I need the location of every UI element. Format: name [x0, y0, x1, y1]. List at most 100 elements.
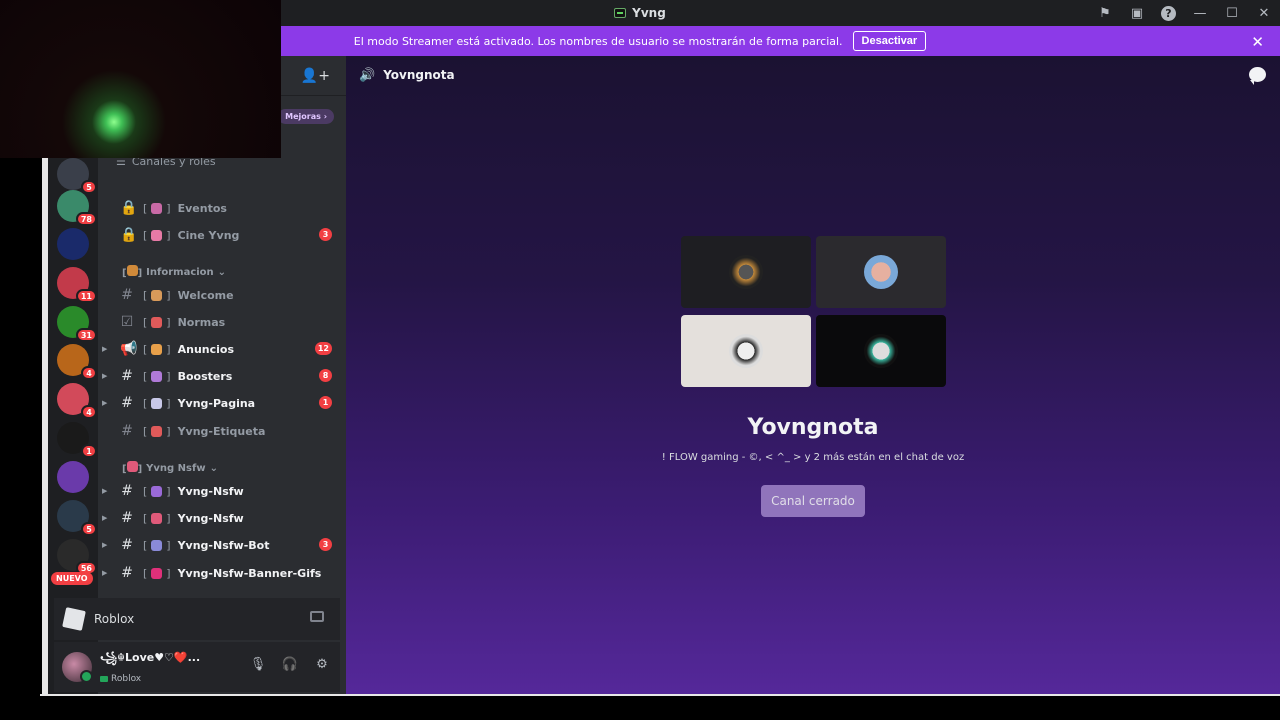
- channel-eventos[interactable]: 🔒 [] Eventos: [98, 195, 346, 221]
- server-icon[interactable]: 1: [57, 422, 97, 458]
- caret-icon: ▶: [102, 399, 108, 407]
- user-panel: ꧁☬Love♥︎♡❤️... Roblox 🎙 🎧 ⚙: [54, 642, 340, 692]
- caret-icon: ▶: [102, 514, 108, 522]
- channel-emoji: [151, 512, 163, 524]
- server-icon[interactable]: 11: [57, 267, 97, 303]
- unread-badge: 1: [319, 396, 332, 409]
- channel-name: Welcome: [177, 288, 234, 302]
- server-icon[interactable]: 5: [57, 500, 97, 536]
- maximize-icon[interactable]: ☐: [1216, 0, 1248, 26]
- channel-boosters[interactable]: ▶ # [] Boosters 8: [98, 363, 346, 389]
- participant-avatar: [864, 334, 898, 368]
- headphones-icon[interactable]: 🎧: [280, 654, 300, 674]
- hashtag-icon: #: [121, 287, 133, 303]
- minimize-icon[interactable]: —: [1184, 0, 1216, 26]
- server-badge: 78: [75, 212, 97, 226]
- user-info[interactable]: ꧁☬Love♥︎♡❤️... Roblox: [100, 650, 200, 684]
- unread-badge: 3: [319, 228, 332, 241]
- participant-tile[interactable]: [816, 236, 946, 308]
- gamepad-icon: [100, 676, 108, 682]
- hashtag-icon: #: [121, 510, 133, 526]
- channel-name: Yvng-Pagina: [177, 396, 256, 410]
- category-label: Yvng Nsfw: [146, 462, 206, 474]
- hashtag-icon: #: [121, 483, 133, 499]
- channel-emoji: [151, 370, 163, 382]
- channel-closed-button[interactable]: Canal cerrado: [761, 485, 865, 517]
- category-yvng-nsfw[interactable]: [] Yvng Nsfw ⌄: [122, 461, 218, 475]
- channel-normas[interactable]: ☑ [] Normas: [98, 309, 346, 335]
- channel-emoji: [151, 289, 163, 301]
- channel-yvng-nsfw-2[interactable]: ▶ # [] Yvng-Nsfw: [98, 505, 346, 531]
- channel-emoji: [151, 202, 163, 214]
- unread-badge: 8: [319, 369, 332, 382]
- channel-yvng-pagina[interactable]: ▶ # [] Yvng-Pagina 1: [98, 390, 346, 416]
- channel-name: Normas: [177, 315, 226, 329]
- invite-people-icon[interactable]: 👤+: [301, 68, 330, 84]
- server-icon[interactable]: 56: [57, 539, 97, 575]
- channel-yvng-nsfw-banner-gifs[interactable]: ▶ # [] Yvng-Nsfw-Banner-Gifs: [98, 560, 346, 586]
- channel-emoji: [151, 316, 163, 328]
- activity-panel[interactable]: Roblox: [54, 598, 340, 640]
- server-icon[interactable]: 4: [57, 383, 97, 419]
- participant-tile[interactable]: [681, 236, 811, 308]
- channel-name: Cine Yvng: [177, 228, 240, 242]
- user-status-text: Roblox: [111, 674, 142, 684]
- channel-emoji: [151, 539, 163, 551]
- category-emoji: [126, 461, 138, 472]
- participant-tile[interactable]: [816, 315, 946, 387]
- channel-emoji: [151, 425, 163, 437]
- discord-app: Yvng ⚑ ▣ ? — ☐ ✕ El modo Streamer está a…: [0, 0, 1280, 720]
- channel-anuncios[interactable]: ▶ 📢 [] Anuncios 12: [98, 336, 346, 362]
- chat-bubble-icon[interactable]: [1249, 67, 1266, 85]
- channel-cine-yvng[interactable]: 🔒 [] Cine Yvng 3: [98, 222, 346, 248]
- category-emoji: [126, 265, 138, 276]
- close-window-icon[interactable]: ✕: [1248, 0, 1280, 26]
- caret-icon: ▶: [102, 541, 108, 549]
- boost-progress[interactable]: Mejoras ›: [278, 109, 334, 124]
- channel-name: Yvng-Etiqueta: [177, 424, 266, 438]
- server-icon[interactable]: 31: [57, 306, 97, 342]
- microphone-icon[interactable]: 🎙: [248, 654, 268, 674]
- avatar[interactable]: [62, 652, 93, 683]
- user-name: ꧁☬Love♥︎♡❤️...: [100, 651, 201, 664]
- hashtag-icon: #: [121, 368, 133, 384]
- server-badge: 31: [75, 328, 97, 342]
- server-icon[interactable]: 4: [57, 344, 97, 380]
- channel-emoji: [151, 229, 163, 241]
- server-badge: 5: [81, 522, 97, 536]
- channel-yvng-nsfw-bot[interactable]: ▶ # [] Yvng-Nsfw-Bot 3: [98, 532, 346, 558]
- channel-yvng-nsfw[interactable]: ▶ # [] Yvng-Nsfw: [98, 478, 346, 504]
- help-icon[interactable]: ?: [1161, 5, 1176, 21]
- webcam-overlay: [0, 0, 281, 158]
- category-informacion[interactable]: [] Informacion ⌄: [122, 265, 226, 279]
- hashtag-icon: #: [121, 537, 133, 553]
- server-icon[interactable]: 5: [57, 158, 97, 194]
- title-bar-icons: ⚑ ▣ ? — ☐ ✕: [1089, 0, 1280, 26]
- server-icon[interactable]: [57, 228, 89, 260]
- banner-close-icon[interactable]: ✕: [1251, 33, 1264, 51]
- screen-share-icon[interactable]: [310, 611, 324, 622]
- server-icon[interactable]: [57, 461, 89, 493]
- participant-tile[interactable]: [681, 315, 811, 387]
- flag-icon[interactable]: ⚑: [1089, 0, 1121, 26]
- hashtag-icon: #: [121, 423, 133, 439]
- channel-welcome[interactable]: # [] Welcome: [98, 282, 346, 308]
- channel-name: Yvng-Nsfw: [177, 511, 244, 525]
- screen-bottom-margin: [0, 696, 1280, 720]
- inbox-icon[interactable]: ▣: [1121, 0, 1153, 26]
- voice-members-text: ! FLOW gaming - ©, < ^_ > y 2 más están …: [661, 452, 965, 463]
- deactivate-button[interactable]: Desactivar: [852, 31, 927, 51]
- megaphone-icon: 📢: [120, 341, 138, 357]
- caret-icon: ▶: [102, 487, 108, 495]
- activity-game: Roblox: [94, 612, 135, 626]
- channel-emoji: [151, 567, 163, 579]
- category-label: Informacion: [146, 266, 214, 278]
- channel-yvng-etiqueta[interactable]: # [] Yvng-Etiqueta: [98, 418, 346, 444]
- server-icon[interactable]: 78: [57, 190, 97, 226]
- server-badge: 4: [81, 366, 97, 380]
- voice-header: 🔊 Yovngnota: [346, 56, 1280, 94]
- gear-icon[interactable]: ⚙: [312, 654, 332, 674]
- speaker-icon: 🔊: [359, 67, 376, 83]
- participant-avatar: [864, 255, 898, 289]
- new-badge: NUEVO: [51, 572, 93, 585]
